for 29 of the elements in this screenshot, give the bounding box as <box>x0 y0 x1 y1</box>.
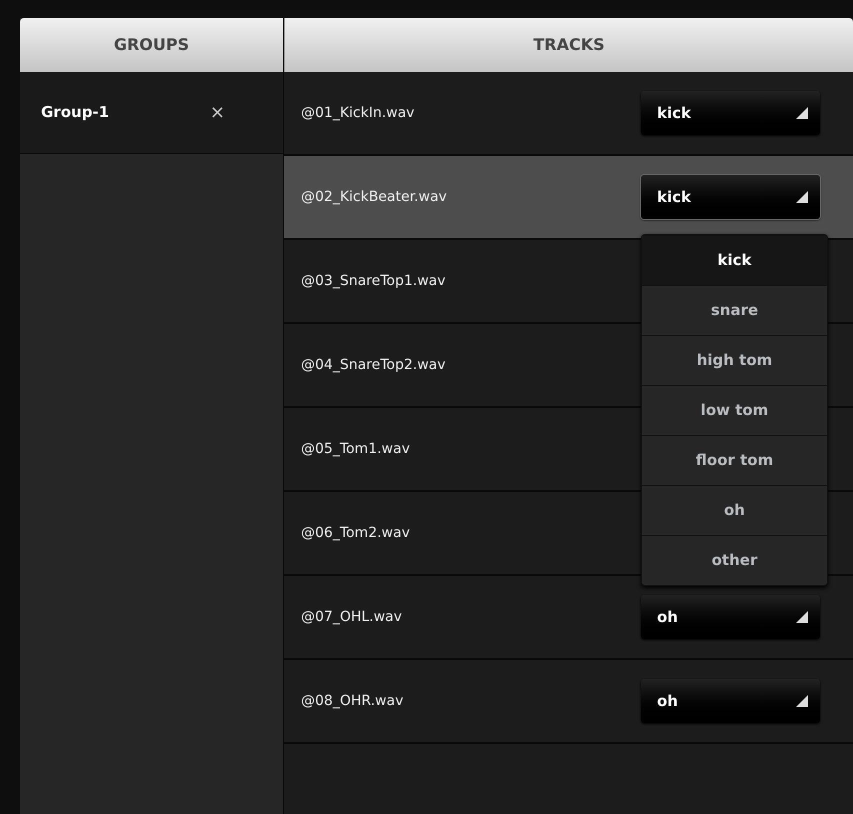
group-item[interactable]: Group-1 × <box>20 72 283 154</box>
menu-item[interactable]: high tom <box>642 335 827 385</box>
track-name: @01_KickIn.wav <box>301 104 414 122</box>
track-name: @07_OHL.wav <box>301 608 402 626</box>
type-dropdown[interactable]: kick <box>641 175 820 219</box>
tracks-header: TRACKS <box>284 18 853 72</box>
menu-item[interactable]: floor tom <box>642 435 827 485</box>
close-button[interactable]: × <box>210 99 225 126</box>
menu-item[interactable]: other <box>642 535 827 585</box>
track-name: @03_SnareTop1.wav <box>301 272 446 290</box>
menu-item[interactable]: kick <box>642 235 827 285</box>
caret-icon <box>796 611 808 623</box>
groups-header: GROUPS <box>20 18 283 72</box>
menu-item[interactable]: snare <box>642 285 827 335</box>
menu-item[interactable]: low tom <box>642 385 827 435</box>
group-name: Group-1 <box>41 102 110 124</box>
track-name: @08_OHR.wav <box>301 692 404 710</box>
track-name: @06_Tom2.wav <box>301 524 410 542</box>
type-dropdown[interactable]: kick <box>641 91 820 135</box>
type-dropdown[interactable]: oh <box>641 595 820 639</box>
track-row[interactable]: @02_KickBeater.wav kick <box>284 156 853 240</box>
menu-item[interactable]: oh <box>642 485 827 535</box>
track-name: @02_KickBeater.wav <box>301 188 447 206</box>
track-name: @05_Tom1.wav <box>301 440 410 458</box>
caret-icon <box>796 695 808 707</box>
type-dropdown[interactable]: oh <box>641 679 820 723</box>
caret-icon <box>796 191 808 203</box>
caret-icon <box>796 107 808 119</box>
track-name: @04_SnareTop2.wav <box>301 356 446 374</box>
